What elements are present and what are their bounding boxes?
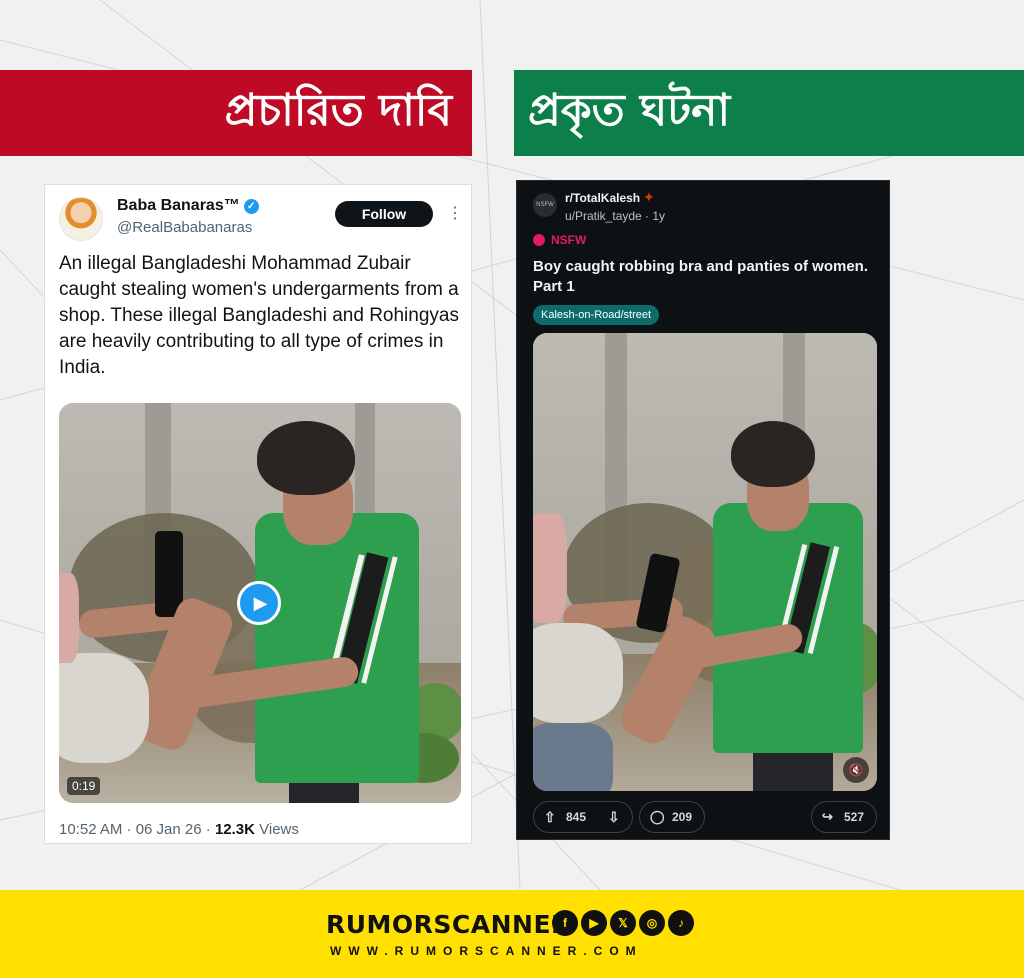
tweet-author[interactable]: Baba Banaras™ ✓ (117, 197, 259, 215)
nsfw-badge: NSFW (533, 233, 586, 247)
facebook-icon[interactable]: f (552, 910, 578, 936)
tiktok-icon[interactable]: ♪ (668, 910, 694, 936)
tweet-handle[interactable]: @RealBababanaras (117, 219, 252, 236)
post-flair-tag[interactable]: Kalesh-on-Road/street (533, 305, 660, 325)
reddit-card: NSFW r/TotalKalesh ✦ u/Pratik_tayde · 1y… (516, 180, 890, 840)
subreddit-name[interactable]: r/TotalKalesh (565, 191, 640, 205)
social-icons: f ▶ 𝕏 ◎ ♪ (552, 910, 694, 936)
tweet-card: Baba Banaras™ ✓ @RealBababanaras Follow ⋮… (44, 184, 472, 844)
nsfw-icon (533, 234, 545, 246)
post-title[interactable]: Boy caught robbing bra and panties of wo… (533, 257, 877, 297)
tweet-views-label: Views (254, 821, 299, 838)
tweet-timestamp[interactable]: 10:52 AM · 06 Jan 26 · 12.3K Views (59, 821, 299, 838)
follow-button[interactable]: Follow (335, 201, 433, 227)
subreddit-flair-icon: ✦ (643, 189, 655, 205)
claim-banner: প্রচারিত দাবি (0, 70, 472, 156)
fact-banner-text: প্রকৃত ঘটনা (528, 84, 731, 136)
tweet-author-name: Baba Banaras™ (117, 197, 240, 214)
instagram-icon[interactable]: ◎ (639, 910, 665, 936)
comments-button[interactable]: ◯ 209 (639, 801, 705, 833)
subreddit-avatar[interactable]: NSFW (533, 193, 557, 217)
post-video[interactable]: 🔇 (533, 333, 877, 791)
fact-banner: প্রকৃত ঘটনা (514, 70, 1024, 156)
nsfw-label: NSFW (551, 233, 587, 247)
x-icon[interactable]: 𝕏 (610, 910, 636, 936)
share-icon: ↪ (822, 809, 833, 824)
youtube-icon[interactable]: ▶ (581, 910, 607, 936)
upvote-icon[interactable]: ⇧ (544, 802, 556, 832)
tweet-views-count: 12.3K (214, 821, 255, 838)
share-button[interactable]: ↪ 527 (811, 801, 877, 833)
more-options-icon[interactable]: ⋮ (447, 203, 463, 223)
share-count: 527 (844, 810, 865, 824)
verified-badge-icon: ✓ (243, 199, 259, 214)
claim-banner-text: প্রচারিত দাবি (224, 84, 452, 136)
tweet-text: An illegal Bangladeshi Mohammad Zubair c… (59, 253, 459, 378)
comment-count: 209 (672, 810, 693, 824)
mute-icon[interactable]: 🔇 (843, 757, 869, 783)
downvote-icon[interactable]: ⇩ (608, 802, 620, 832)
video-frame (533, 333, 877, 791)
comment-icon: ◯ (650, 809, 665, 824)
footer: RUMORSCANNER f ▶ 𝕏 ◎ ♪ WWW.RUMORSCANNER.… (0, 890, 1024, 978)
play-icon[interactable]: ▶ (237, 581, 281, 625)
vote-controls: ⇧ 845 ⇩ (533, 801, 633, 833)
vote-count: 845 (566, 810, 587, 824)
website-url[interactable]: WWW.RUMORSCANNER.COM (330, 944, 643, 958)
post-author-time[interactable]: u/Pratik_tayde · 1y (565, 209, 665, 223)
tweet-time-date: 10:52 AM · 06 Jan 26 · (59, 821, 215, 838)
video-duration: 0:19 (67, 777, 101, 795)
avatar[interactable] (59, 197, 103, 241)
brand-logo: RUMORSCANNER (326, 910, 571, 939)
tweet-video[interactable]: ▶ 0:19 (59, 403, 461, 803)
